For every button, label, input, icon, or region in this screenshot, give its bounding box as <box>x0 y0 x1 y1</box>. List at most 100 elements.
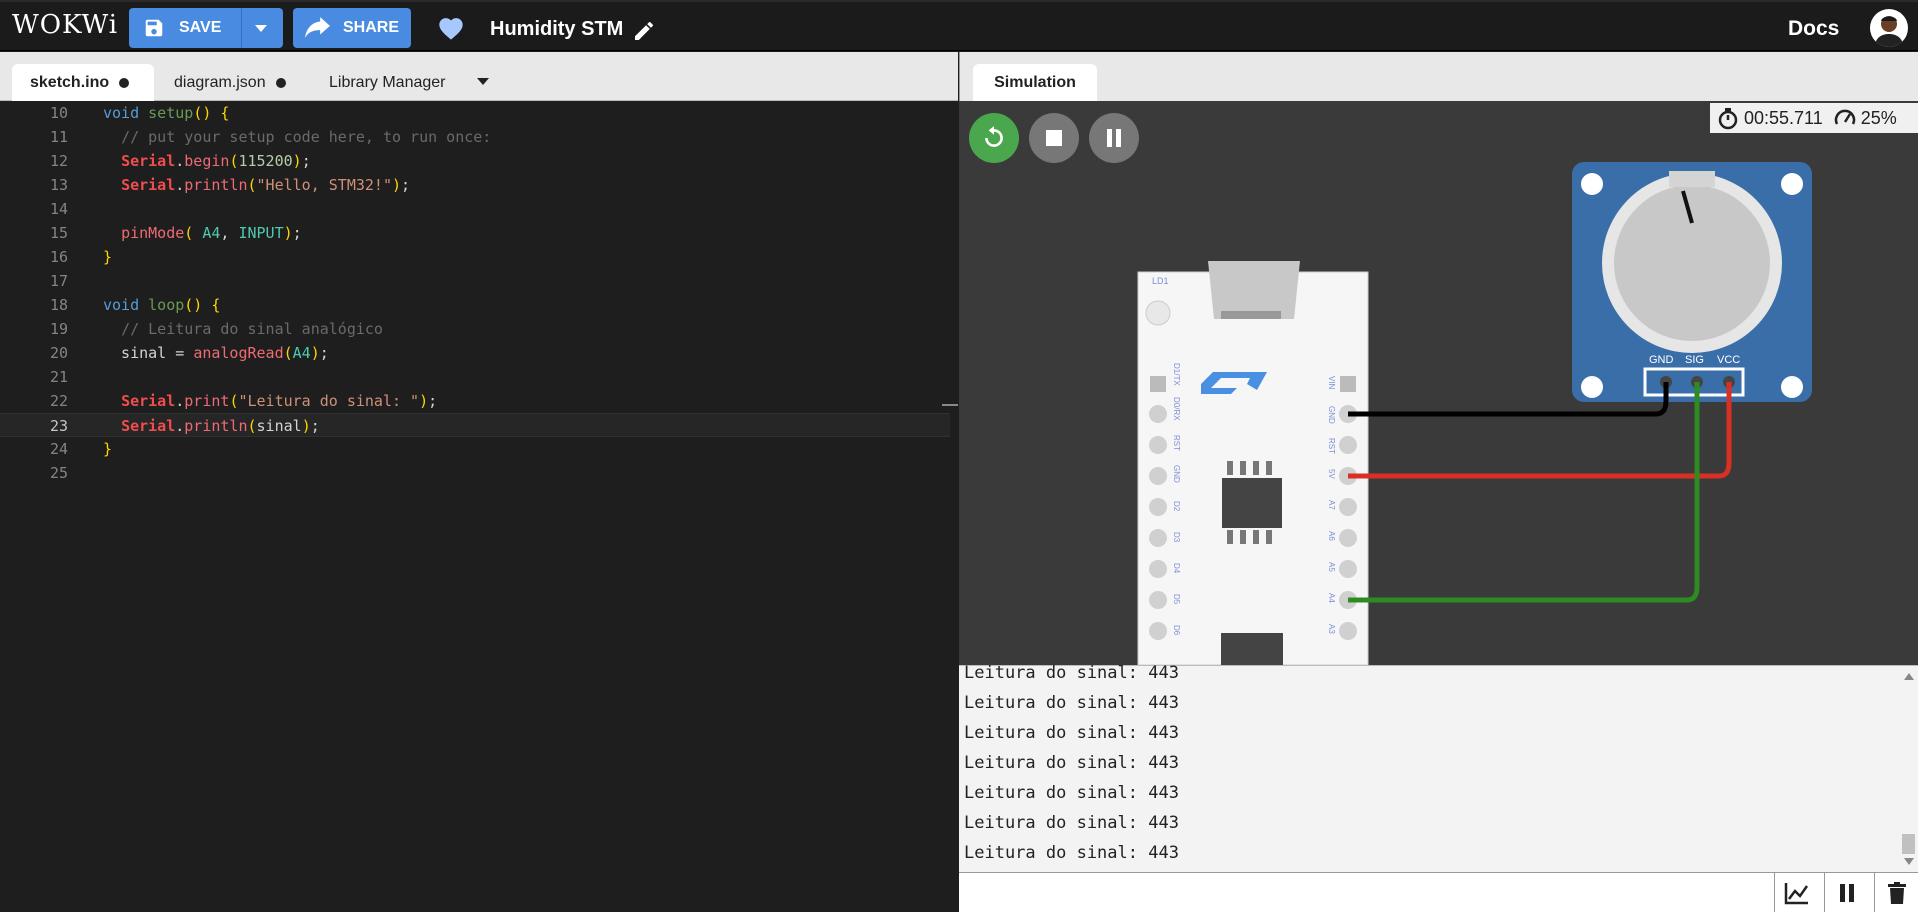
code-line: 17 <box>0 269 950 293</box>
speed-percent: 25% <box>1860 107 1897 128</box>
docs-link[interactable]: Docs <box>1788 17 1839 41</box>
tab-sketch-ino[interactable]: sketch.ino <box>12 64 154 101</box>
pin-label: GND <box>1327 406 1336 424</box>
line-number: 25 <box>49 464 68 482</box>
line-number: 24 <box>49 440 68 458</box>
line-number: 18 <box>49 296 68 314</box>
line-number: 13 <box>49 176 68 194</box>
pot-label: VCC <box>1717 354 1740 366</box>
editor-scrollbar-marker[interactable] <box>942 404 958 406</box>
pause-serial-button[interactable] <box>1824 873 1868 912</box>
wokwi-logo[interactable]: WOKWi <box>12 10 118 40</box>
wires <box>1348 382 1732 603</box>
code-line: 25 <box>0 461 950 485</box>
stopwatch-icon <box>1718 108 1738 130</box>
tab-library-manager[interactable]: Library Manager <box>329 64 469 101</box>
simulation-tab-bar: Simulation <box>959 52 1918 101</box>
serial-input-bar <box>959 872 1918 912</box>
tab-diagram-json[interactable]: diagram.json <box>174 64 304 101</box>
pot-label: SIG <box>1685 354 1704 366</box>
line-number: 10 <box>49 104 68 122</box>
code-line: 18 void loop() { <box>0 293 950 317</box>
code-line: 20 sinal = analogRead(A4); <box>0 341 950 365</box>
pin-label: A7 <box>1327 500 1336 510</box>
code-line: 15 pinMode( A4, INPUT); <box>0 221 950 245</box>
modified-dot <box>275 77 286 88</box>
editor-tab-bar: sketch.ino diagram.json Library Manager <box>0 52 958 101</box>
code-line: 14 <box>0 197 950 221</box>
tab-label: sketch.ino <box>30 73 110 91</box>
scrollbar-thumb[interactable] <box>1902 834 1915 854</box>
share-button[interactable]: SHARE <box>293 8 411 48</box>
tab-simulation[interactable]: Simulation <box>973 64 1097 101</box>
line-number: 16 <box>49 248 68 266</box>
line-number: 14 <box>49 200 68 218</box>
project-title[interactable]: Humidity STM <box>490 18 623 41</box>
scroll-up-icon[interactable] <box>1904 672 1914 680</box>
tabs-dropdown-icon[interactable] <box>476 77 490 87</box>
pin-label: D3 <box>1172 532 1181 543</box>
avatar[interactable] <box>1870 9 1908 47</box>
code-line: 11 // put your setup code here, to run o… <box>0 125 950 149</box>
line-number: 20 <box>49 344 68 362</box>
pin-label: D6 <box>1172 625 1181 636</box>
heart-icon[interactable] <box>437 15 465 41</box>
pin-label: A5 <box>1327 562 1336 572</box>
pause-icon <box>1839 884 1854 902</box>
pin-label: D2 <box>1172 501 1181 512</box>
serial-line: Leitura do sinal: 443 <box>964 753 1179 773</box>
pin-label: 5V <box>1327 469 1336 479</box>
pin-label: D0/RX <box>1172 397 1181 421</box>
line-number: 21 <box>49 368 68 386</box>
save-icon <box>145 19 163 37</box>
tab-label: diagram.json <box>174 73 266 91</box>
line-number: 19 <box>49 320 68 338</box>
share-label: SHARE <box>343 19 400 36</box>
chevron-down-icon[interactable] <box>253 24 269 34</box>
code-line: 21 <box>0 365 950 389</box>
chart-line-icon <box>1784 883 1808 905</box>
plotter-button[interactable] <box>1774 873 1818 912</box>
elapsed-time: 00:55.711 <box>1744 107 1823 128</box>
serial-line: Leitura do sinal: 443 <box>964 693 1179 713</box>
code-line: 16} <box>0 245 950 269</box>
code-editor[interactable]: 10 void setup() { 11 // put your setup co… <box>0 101 958 912</box>
line-number: 11 <box>49 128 68 146</box>
tab-label: Library Manager <box>329 73 446 91</box>
clear-serial-button[interactable] <box>1874 873 1918 912</box>
serial-input[interactable] <box>959 873 1771 912</box>
edit-pencil-icon[interactable] <box>632 19 656 43</box>
line-number: 23 <box>49 417 68 435</box>
save-label: SAVE <box>179 19 222 36</box>
serial-line: Leitura do sinal: 443 <box>964 663 1179 683</box>
serial-line: Leitura do sinal: 443 <box>964 723 1179 743</box>
trash-icon <box>1887 882 1906 904</box>
save-button[interactable]: SAVE <box>129 8 283 48</box>
code-line-current: 23 Serial.println(sinal); <box>0 413 950 437</box>
modified-dot <box>119 77 130 88</box>
serial-scrollbar[interactable] <box>1899 666 1918 872</box>
pin-label: RST <box>1327 438 1336 454</box>
top-bar: WOKWi SAVE SHARE Humidity STM Docs <box>0 0 1918 51</box>
serial-monitor: Leitura do sinal: 443 Leitura do sinal: … <box>959 663 1918 872</box>
serial-line: Leitura do sinal: 443 <box>964 813 1179 833</box>
simulation-canvas[interactable]: LD1 D1/TX D0/RX RST GND D2 D3 D4 D5 D6 V… <box>959 101 1918 665</box>
scroll-down-icon[interactable] <box>1904 858 1914 866</box>
code-line: 19 // Leitura do sinal analógico <box>0 317 950 341</box>
pin-label: A4 <box>1327 593 1336 603</box>
save-divider <box>241 8 242 48</box>
stm32-board: LD1 D1/TX D0/RX RST GND D2 D3 D4 D5 D6 V… <box>1137 261 1369 665</box>
line-number: 22 <box>49 392 68 410</box>
pin-label: D1/TX <box>1172 363 1181 386</box>
code-line: 12 Serial.begin(115200); <box>0 149 950 173</box>
line-number: 12 <box>49 152 68 170</box>
speedometer-icon <box>1834 109 1855 125</box>
potentiometer-module: GND SIG VCC <box>1572 162 1812 402</box>
pin-label: A3 <box>1327 624 1336 634</box>
pin-label: RST <box>1172 435 1181 451</box>
serial-line: Leitura do sinal: 443 <box>964 783 1179 803</box>
line-number: 17 <box>49 272 68 290</box>
code-line: 13 Serial.println("Hello, STM32!"); <box>0 173 950 197</box>
app-root: WOKWi SAVE SHARE Humidity STM Docs sketc… <box>0 0 1918 912</box>
code-line: 10 void setup() { <box>0 101 950 125</box>
